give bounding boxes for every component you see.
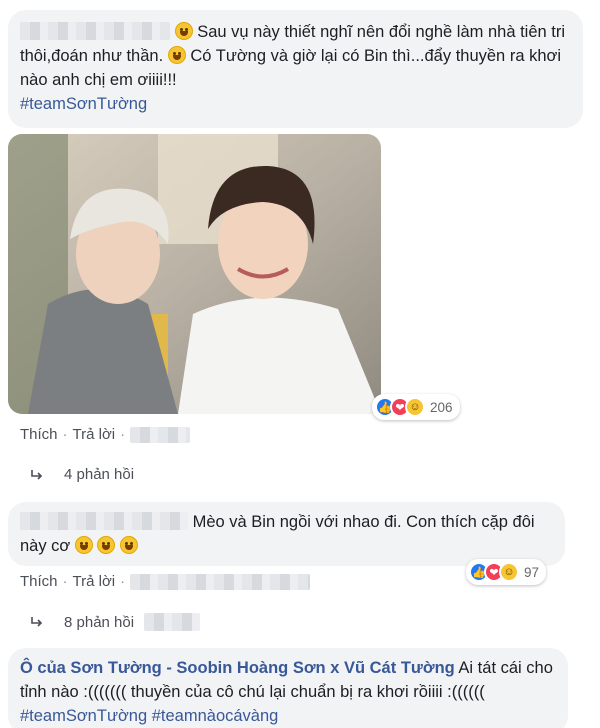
reply-arrow-icon [31, 469, 43, 480]
comment-1-hashtag[interactable]: #teamSơnTường [20, 95, 147, 113]
blurred-avatar [144, 613, 201, 631]
like-link[interactable]: Thích [20, 426, 58, 443]
view-replies-1[interactable]: 4 phản hồi [30, 466, 134, 483]
reply-link[interactable]: Trả lời [73, 573, 116, 590]
separator-dot: · [62, 573, 68, 590]
haha-icon: ☺ [405, 397, 425, 417]
reaction-count-2: 97 [524, 564, 540, 580]
haha-icon: ☺ [499, 562, 519, 582]
grinning-squinting-emoji-icon [97, 536, 116, 554]
separator-dot: · [120, 426, 126, 443]
rolling-on-floor-laughing-emoji-icon [174, 22, 193, 40]
reactions-summary-2[interactable]: 👍 ❤ ☺ 97 [466, 559, 547, 585]
reaction-count-1: 206 [430, 399, 453, 415]
like-link[interactable]: Thích [20, 573, 58, 590]
blurred-author-name [20, 22, 170, 40]
comment-bubble-1: Sau vụ này thiết nghĩ nên đổi nghề làm n… [8, 10, 583, 128]
grinning-squinting-emoji-icon [120, 536, 139, 554]
selfie-photo-illustration [8, 134, 381, 414]
reply-arrow-icon [31, 617, 43, 627]
blurred-author-name [20, 512, 188, 530]
comment-bubble-2: Mèo và Bin ngồi với nhao đi. Con thích c… [8, 502, 565, 566]
reactions-summary-1[interactable]: 👍 ❤ ☺ 206 [372, 394, 460, 420]
view-replies-2[interactable]: 8 phản hồi [30, 613, 201, 631]
comment-2-actions: Thích · Trả lời · [20, 573, 311, 590]
comment-3-hashtags[interactable]: #teamSơnTường #teamnàocávàng [20, 707, 278, 725]
comment-photo[interactable] [8, 134, 381, 414]
replies-count-label: 4 phản hồi [64, 466, 135, 483]
separator-dot: · [62, 426, 68, 443]
separator-dot: · [120, 573, 126, 590]
comment-3-author[interactable]: Ô của Sơn Tường - Soobin Hoàng Sơn x Vũ … [20, 659, 455, 677]
comment-1-actions: Thích · Trả lời · [20, 426, 191, 443]
blurred-timestamp [130, 426, 191, 443]
reply-link[interactable]: Trả lời [73, 426, 116, 443]
replies-count-label: 8 phản hồi [64, 613, 135, 631]
grinning-squinting-emoji-icon [74, 536, 93, 554]
smiling-emoji-icon [167, 46, 186, 64]
blurred-timestamp [130, 573, 311, 590]
comment-bubble-3: Ô của Sơn Tường - Soobin Hoàng Sơn x Vũ … [8, 648, 568, 728]
